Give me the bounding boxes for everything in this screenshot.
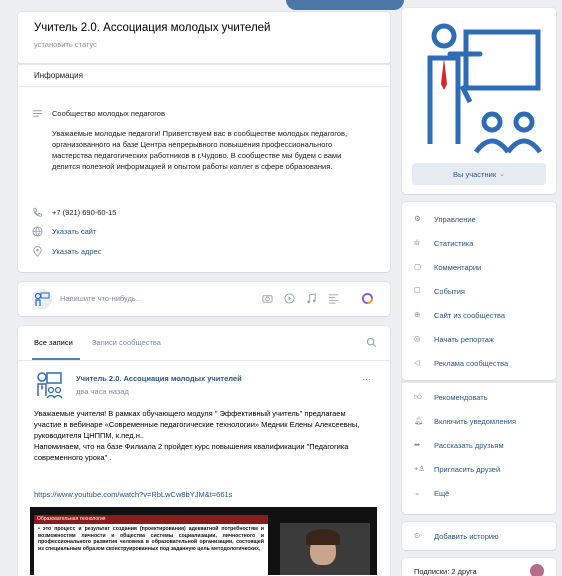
phone-icon bbox=[33, 207, 43, 217]
friends-card: Подписки: 2 друга bbox=[402, 558, 556, 576]
menu-item-invite[interactable]: +♙ Пригласить друзей bbox=[414, 462, 500, 476]
music-icon[interactable] bbox=[306, 293, 317, 304]
menu-item-share[interactable]: ➦ Рассказать друзьям bbox=[414, 438, 504, 452]
menu-item-stats[interactable]: ılı Статистика bbox=[414, 236, 473, 250]
events-icon: ☐ bbox=[414, 285, 421, 295]
globe-icon bbox=[32, 226, 43, 237]
info-subtitle: Сообщество молодых педагогов bbox=[52, 109, 165, 118]
info-header: Информация bbox=[34, 71, 83, 80]
add-site-link[interactable]: Указать сайт bbox=[52, 227, 96, 236]
info-card: Информация Сообщество молодых педагогов … bbox=[18, 64, 390, 272]
post-author[interactable]: Учитель 2.0. Ассоциация молодых учителей bbox=[76, 374, 242, 383]
status-link[interactable]: установить статус bbox=[34, 40, 97, 49]
story-icon: ⊙ bbox=[414, 530, 421, 540]
admin-menu: ⚙ Управление ılı Статистика ▢ Комментарии ☐… bbox=[402, 202, 556, 380]
add-story-button[interactable]: ⊙ Добавить историю bbox=[414, 529, 499, 543]
story-card[interactable]: ⊙ Добавить историю bbox=[402, 522, 556, 550]
member-button-label: Вы участник bbox=[453, 169, 497, 179]
broadcast-icon: ◎ bbox=[414, 333, 421, 343]
group-cover-card: Вы участник ⌄ bbox=[402, 8, 556, 194]
video-preview[interactable]: Образовательная технология • это процесс… bbox=[30, 507, 377, 575]
post-text: Уважаемые учителя! В рамках обучающего м… bbox=[34, 409, 360, 462]
article-icon[interactable] bbox=[328, 293, 339, 304]
comment-icon: ▢ bbox=[414, 261, 422, 271]
video-icon[interactable] bbox=[284, 293, 295, 304]
menu-item-site[interactable]: ⊕ Сайт из сообщества bbox=[414, 308, 505, 322]
list-icon bbox=[32, 110, 43, 117]
globe-icon: ⊕ bbox=[414, 309, 421, 319]
stats-icon: ılı bbox=[414, 237, 420, 247]
gear-icon: ⚙ bbox=[414, 213, 421, 223]
friends-count[interactable]: Подписки: 2 друга bbox=[414, 567, 477, 576]
post-menu-icon[interactable]: ··· bbox=[362, 374, 371, 384]
speaker-video bbox=[280, 523, 370, 575]
tab-all-posts[interactable]: Все записи bbox=[34, 338, 73, 347]
menu-item-broadcast[interactable]: ◎ Начать репортаж bbox=[414, 332, 494, 346]
menu-item-manage[interactable]: ⚙ Управление bbox=[414, 212, 476, 226]
menu-item-recommend[interactable]: 👍︎ Рекомендовать bbox=[414, 390, 488, 404]
post-link[interactable]: https://www.youtube.com/watch?v=RbLwCw8b… bbox=[34, 490, 232, 499]
tab-community-posts[interactable]: Записи сообщества bbox=[92, 338, 161, 347]
clips-icon[interactable] bbox=[362, 293, 373, 304]
page-title: Учитель 2.0. Ассоциация молодых учителей bbox=[34, 22, 271, 34]
megaphone-icon: ◁ bbox=[414, 357, 420, 367]
phone-number[interactable]: +7 (921) 690-60-15 bbox=[52, 208, 116, 217]
actions-menu: 👍︎ Рекомендовать 🔔︎ Включить уведомления ➦… bbox=[402, 382, 556, 514]
friend-avatar[interactable] bbox=[530, 564, 544, 576]
share-icon: ➦ bbox=[414, 439, 421, 449]
menu-item-notifications[interactable]: 🔔︎ Включить уведомления bbox=[414, 414, 516, 428]
bell-icon: 🔔︎ bbox=[414, 415, 424, 425]
video-slide: Образовательная технология • это процесс… bbox=[34, 515, 268, 575]
chevron-down-icon: ⌄ bbox=[414, 487, 421, 497]
search-icon[interactable] bbox=[366, 337, 377, 348]
camera-icon[interactable] bbox=[262, 293, 273, 304]
menu-item-comments[interactable]: ▢ Комментарии bbox=[414, 260, 481, 274]
composer-avatar bbox=[32, 289, 52, 309]
add-address-link[interactable]: Указать адрес bbox=[52, 247, 101, 256]
post-composer[interactable]: Напишите что-нибудь... bbox=[18, 282, 390, 316]
menu-item-more[interactable]: ⌄ Ещё bbox=[414, 486, 449, 500]
group-header: Учитель 2.0. Ассоциация молодых учителей… bbox=[18, 12, 390, 64]
member-button[interactable]: Вы участник ⌄ bbox=[412, 163, 546, 185]
group-logo-icon bbox=[427, 23, 543, 154]
slide-header: Образовательная технология bbox=[34, 515, 268, 524]
info-description: Уважаемые молодые педагоги! Приветствуем… bbox=[52, 129, 348, 171]
slide-text: • это процесс и результат создания (прое… bbox=[38, 526, 264, 552]
invite-icon: +♙ bbox=[414, 463, 426, 473]
post-time[interactable]: два часа назад bbox=[76, 387, 129, 396]
chevron-down-icon: ⌄ bbox=[499, 171, 505, 178]
thumb-icon: 👍︎ bbox=[414, 391, 422, 401]
top-tab-bar bbox=[286, 0, 404, 10]
menu-item-events[interactable]: ☐ События bbox=[414, 284, 465, 298]
menu-item-ads[interactable]: ◁ Реклама сообщества bbox=[414, 356, 508, 370]
composer-input[interactable]: Напишите что-нибудь... bbox=[60, 294, 142, 303]
post-author-avatar[interactable] bbox=[32, 368, 64, 400]
location-icon bbox=[33, 246, 42, 257]
